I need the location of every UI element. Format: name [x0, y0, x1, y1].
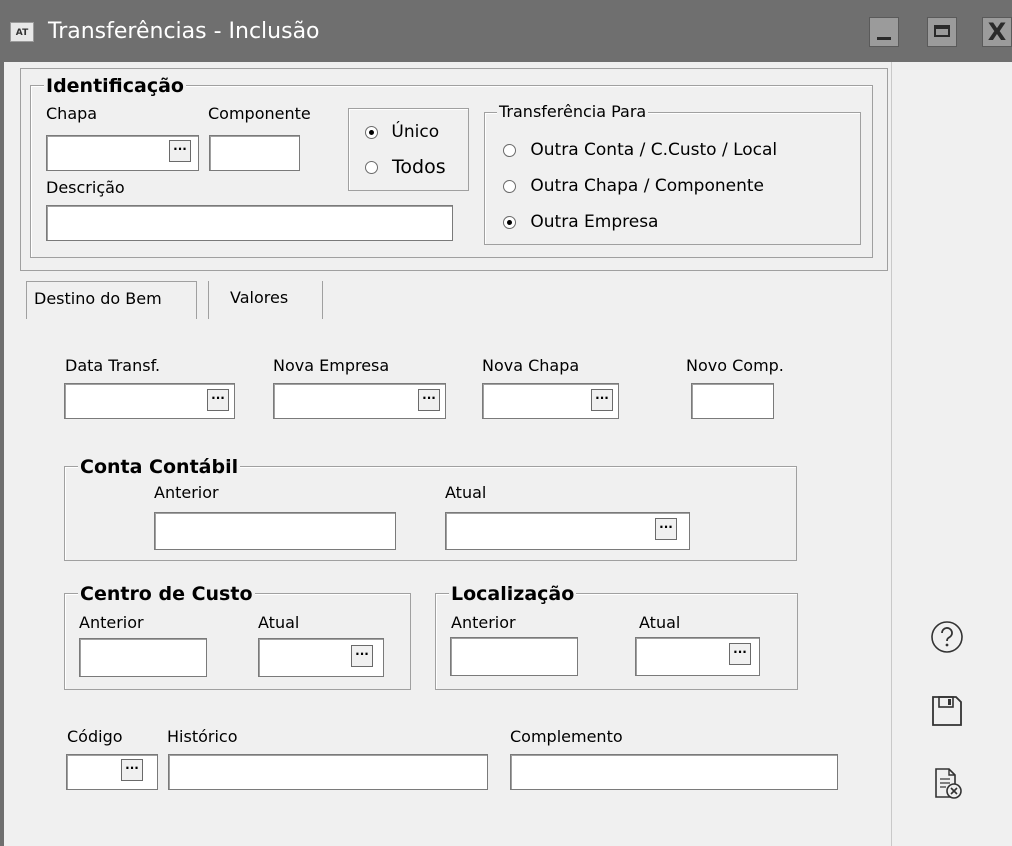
tab-destino-do-bem[interactable]: Destino do Bem	[26, 281, 197, 319]
radio-outra-empresa-indicator[interactable]	[503, 215, 516, 229]
radio-unico-label: Único	[391, 122, 440, 142]
chapa-label: Chapa	[46, 104, 98, 123]
radio-outra-chapa[interactable]: Outra Chapa / Componente	[503, 175, 764, 197]
data-transf-lookup-button[interactable]: ···	[207, 389, 229, 411]
componente-label: Componente	[208, 104, 311, 123]
historico-label: Histórico	[167, 727, 238, 746]
componente-input[interactable]	[209, 135, 300, 171]
conta-anterior-label: Anterior	[154, 483, 219, 502]
maximize-icon	[934, 25, 950, 37]
custo-anterior-label: Anterior	[79, 613, 144, 632]
data-transf-label: Data Transf.	[65, 356, 161, 375]
local-atual-lookup-button[interactable]: ···	[729, 643, 751, 665]
close-icon: X	[987, 18, 1007, 46]
conta-atual-input[interactable]	[445, 512, 690, 550]
complemento-label: Complemento	[510, 727, 623, 746]
window-title: Transferências - Inclusão	[48, 19, 320, 44]
tab-valores[interactable]: Valores	[230, 288, 288, 308]
conta-atual-lookup-button[interactable]: ···	[655, 518, 677, 540]
radio-todos-indicator[interactable]	[365, 161, 378, 174]
nova-empresa-label: Nova Empresa	[273, 356, 390, 375]
tab-separator	[208, 281, 209, 319]
nova-chapa-label: Nova Chapa	[482, 356, 580, 375]
novo-comp-input[interactable]	[691, 383, 774, 419]
transferencia-para-title: Transferência Para	[497, 102, 649, 122]
save-icon	[932, 696, 962, 726]
custo-atual-label: Atual	[258, 613, 300, 632]
radio-outra-chapa-indicator[interactable]	[503, 179, 516, 193]
radio-outra-empresa-label: Outra Empresa	[530, 212, 659, 232]
nova-chapa-lookup-button[interactable]: ···	[591, 389, 613, 411]
minimize-icon	[877, 37, 891, 40]
conta-atual-label: Atual	[445, 483, 487, 502]
side-panel-divider	[891, 62, 892, 846]
help-button[interactable]	[930, 620, 964, 659]
radio-outra-empresa[interactable]: Outra Empresa	[503, 211, 658, 233]
historico-input[interactable]	[168, 754, 488, 790]
conta-contabil-title: Conta Contábil	[78, 456, 241, 478]
radio-unico-indicator[interactable]	[365, 125, 378, 139]
cancel-button[interactable]	[931, 767, 965, 806]
radio-outra-conta-label: Outra Conta / C.Custo / Local	[530, 140, 778, 160]
chapa-lookup-button[interactable]: ···	[169, 140, 191, 162]
descricao-label: Descrição	[46, 178, 125, 197]
radio-outra-conta[interactable]: Outra Conta / C.Custo / Local	[503, 139, 777, 161]
local-anterior-input[interactable]	[450, 637, 578, 676]
radio-outra-conta-indicator[interactable]	[503, 143, 516, 157]
radio-todos[interactable]: Todos	[365, 156, 446, 178]
custo-anterior-input[interactable]	[79, 638, 207, 677]
radio-unico[interactable]: Único	[365, 121, 439, 143]
close-button[interactable]: X	[982, 17, 1012, 47]
descricao-input[interactable]	[46, 205, 453, 241]
local-atual-label: Atual	[639, 613, 681, 632]
complemento-input[interactable]	[510, 754, 838, 790]
local-anterior-label: Anterior	[451, 613, 516, 632]
custo-atual-lookup-button[interactable]: ···	[351, 645, 373, 667]
maximize-button[interactable]	[927, 17, 957, 47]
codigo-lookup-button[interactable]: ···	[121, 759, 143, 781]
centro-custo-title: Centro de Custo	[78, 583, 255, 605]
minimize-button[interactable]	[869, 17, 899, 47]
novo-comp-label: Novo Comp.	[686, 356, 784, 375]
radio-todos-label: Todos	[392, 156, 446, 178]
localizacao-title: Localização	[449, 583, 577, 605]
conta-anterior-input[interactable]	[154, 512, 396, 550]
window-left-border	[0, 62, 4, 846]
save-button[interactable]	[930, 694, 964, 733]
cancel-document-icon	[935, 768, 962, 799]
tab-valores-label: Valores	[230, 288, 289, 307]
identificacao-title: Identificação	[44, 75, 186, 97]
nova-empresa-lookup-button[interactable]: ···	[418, 389, 440, 411]
codigo-label: Código	[67, 727, 123, 746]
title-bar: AT Transferências - Inclusão X	[0, 0, 1012, 62]
radio-outra-chapa-label: Outra Chapa / Componente	[530, 176, 764, 196]
app-icon: AT	[10, 22, 34, 42]
tab-destino-label: Destino do Bem	[34, 289, 162, 308]
codigo-input[interactable]	[66, 754, 158, 790]
tab-separator-2	[322, 281, 323, 319]
help-icon	[931, 621, 963, 653]
